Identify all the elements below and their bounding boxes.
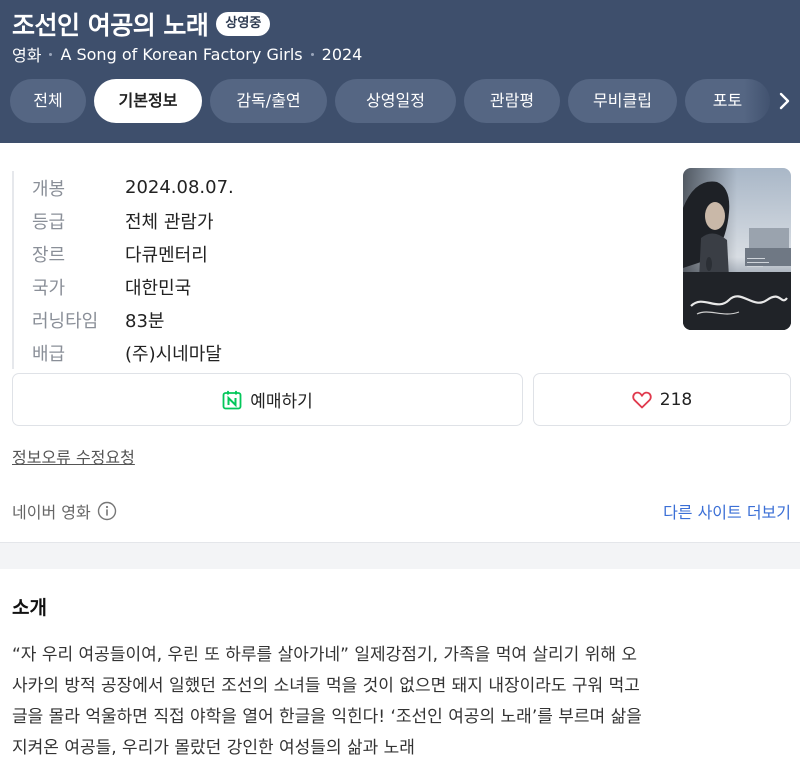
movie-poster[interactable] [683, 168, 791, 330]
info-row-distributor: 배급 (주)시네마달 [32, 336, 234, 369]
section-divider [0, 543, 800, 569]
intro-line: “자 우리 여공들이여, 우린 또 하루를 살아가네” 일제강점기, 가족을 먹… [12, 645, 638, 665]
intro-title: 소개 [12, 597, 47, 619]
info-value: (주)시네마달 [125, 343, 222, 365]
intro-line: 사카의 방적 공장에서 일했던 조선의 소녀들 먹을 것이 없으면 돼지 내장이… [12, 676, 640, 696]
info-value: 다큐멘터리 [125, 244, 208, 266]
info-row-genre: 장르 다큐멘터리 [32, 237, 234, 270]
separator-dot [310, 52, 314, 56]
status-badge: 상영중 [216, 12, 271, 36]
poster-image [683, 168, 791, 330]
tab-scroll-right-button[interactable] [772, 79, 798, 123]
like-count: 218 [659, 389, 693, 410]
info-circle-icon[interactable] [97, 501, 117, 521]
naver-calendar-icon [222, 390, 242, 409]
tab-bar: 전체 기본정보 감독/출연 상영일정 관람평 무비클립 포토 [10, 79, 800, 123]
intro-line: 글을 몰라 억울하면 직접 야학을 열어 한글을 익힌다! ‘조선인 여공의 노… [12, 707, 642, 727]
info-key: 개봉 [32, 178, 66, 200]
tab-showtimes[interactable]: 상영일정 [335, 79, 456, 123]
info-row-runtime: 러닝타임 83분 [32, 303, 234, 336]
release-year: 2024 [321, 44, 363, 64]
english-title: A Song of Korean Factory Girls [60, 44, 303, 64]
info-key: 장르 [32, 244, 66, 266]
book-ticket-button[interactable]: 예매하기 [12, 373, 523, 426]
tab-movie-clips[interactable]: 무비클립 [568, 79, 677, 123]
intro-section: 소개 “자 우리 여공들이여, 우린 또 하루를 살아가네” 일제강점기, 가족… [0, 569, 800, 767]
intro-line: 지켜온 여공들, 우리가 몰랐던 강인한 여성들의 삶과 노래 [12, 738, 415, 758]
chevron-right-icon [779, 92, 790, 110]
heart-icon [632, 391, 652, 408]
info-key: 국가 [32, 277, 66, 299]
tab-reviews[interactable]: 관람평 [464, 79, 560, 123]
info-value: 2024.08.07. [125, 177, 234, 198]
separator-dot [49, 52, 53, 56]
info-value: 83분 [125, 310, 165, 332]
info-value: 전체 관람가 [125, 211, 214, 233]
movie-subtitle: 영화 A Song of Korean Factory Girls 2024 [12, 42, 362, 66]
info-key: 등급 [32, 211, 66, 233]
basic-info-card: 개봉 2024.08.07. 등급 전체 관람가 장르 다큐멘터리 국가 대한민… [0, 143, 800, 543]
source-row: 네이버 영화 [12, 499, 117, 523]
tab-director-cast[interactable]: 감독/출연 [210, 79, 327, 123]
like-button[interactable]: 218 [533, 373, 791, 426]
info-row-release: 개봉 2024.08.07. [32, 171, 234, 204]
info-value: 대한민국 [125, 277, 192, 299]
more-sites-link[interactable]: 다른 사이트 더보기 [663, 499, 791, 523]
report-error-link[interactable]: 정보오류 수정요청 [12, 444, 135, 468]
category-label: 영화 [12, 46, 42, 65]
movie-header: 조선인 여공의 노래 상영중 영화 A Song of Korean Facto… [0, 0, 800, 143]
info-key: 배급 [32, 343, 66, 365]
source-label: 네이버 영화 [12, 503, 91, 522]
info-row-country: 국가 대한민국 [32, 270, 234, 303]
intro-text: “자 우리 여공들이여, 우린 또 하루를 살아가네” 일제강점기, 가족을 먹… [12, 640, 798, 764]
info-row-rating: 등급 전체 관람가 [32, 204, 234, 237]
tab-all[interactable]: 전체 [10, 79, 86, 123]
movie-title[interactable]: 조선인 여공의 노래 [12, 6, 209, 42]
book-ticket-label: 예매하기 [250, 392, 313, 412]
info-key: 러닝타임 [32, 310, 99, 332]
tab-basic-info[interactable]: 기본정보 [94, 79, 202, 123]
info-list: 개봉 2024.08.07. 등급 전체 관람가 장르 다큐멘터리 국가 대한민… [12, 171, 234, 369]
title-row: 조선인 여공의 노래 상영중 [12, 6, 271, 42]
